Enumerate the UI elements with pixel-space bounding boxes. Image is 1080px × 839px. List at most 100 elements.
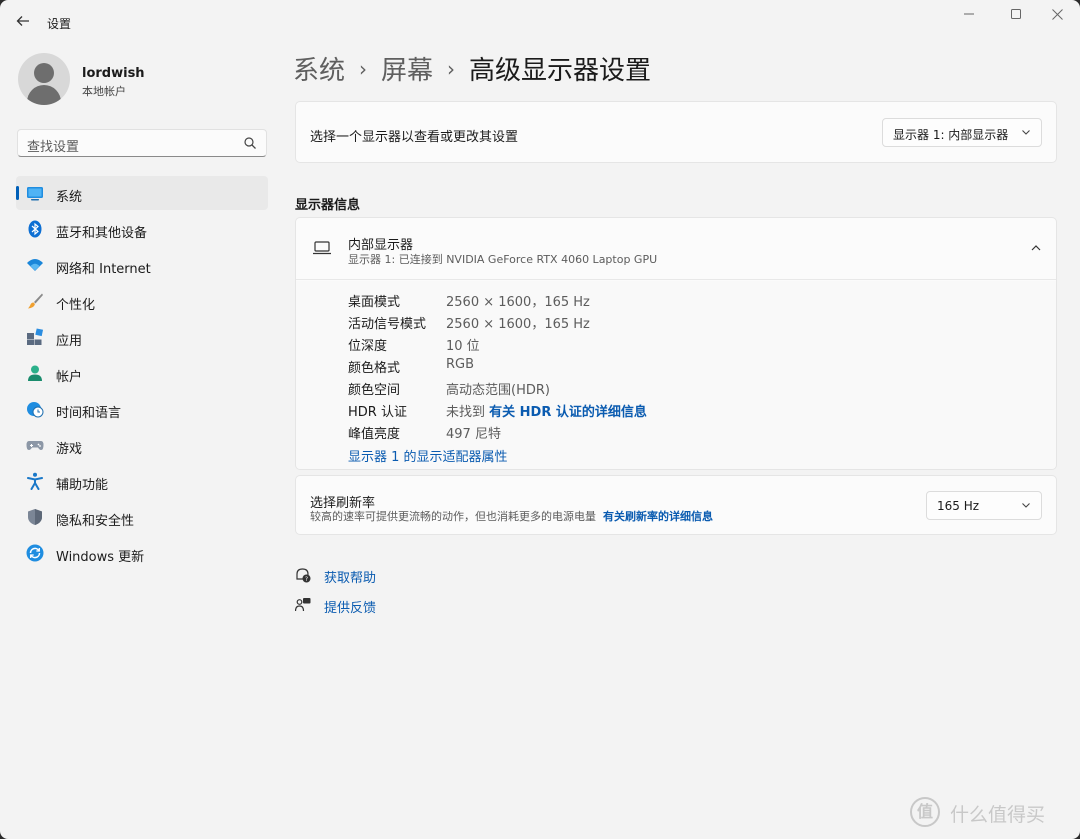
sidebar-item-gaming[interactable]: 游戏 (16, 428, 268, 462)
brush-icon (28, 293, 43, 309)
accessibility-icon (27, 472, 43, 490)
globe-clock-icon (27, 402, 44, 418)
breadcrumb-separator-icon: › (447, 57, 456, 81)
shield-icon (28, 509, 42, 525)
person-icon (28, 365, 42, 381)
refresh-rate-value: 165 Hz (937, 499, 980, 513)
svg-text:?: ? (305, 576, 308, 583)
close-button[interactable] (1034, 4, 1080, 26)
sidebar-item-apps[interactable]: 应用 (16, 320, 268, 354)
sidebar-item-label: Windows 更新 (56, 550, 145, 565)
breadcrumb-separator-icon: › (359, 57, 368, 81)
info-value: 2560 × 1600，165 Hz (446, 295, 590, 310)
feedback-icon (295, 598, 311, 612)
back-arrow-icon (16, 16, 29, 26)
search-placeholder: 查找设置 (27, 140, 80, 155)
breadcrumb-system[interactable]: 系统 (293, 56, 345, 86)
chevron-down-icon (1022, 130, 1030, 135)
user-profile[interactable]: lordwish 本地帐户 (18, 53, 268, 109)
refresh-rate-card: 选择刷新率 较高的速率可提供更流畅的动作，但也消耗更多的电源电量 有关刷新率的详… (295, 475, 1057, 535)
hdr-certification-link[interactable]: 有关 HDR 认证的详细信息 (489, 405, 647, 420)
minimize-button[interactable] (946, 4, 992, 26)
back-button[interactable] (12, 10, 34, 32)
sidebar-item-time-language[interactable]: 时间和语言 (16, 392, 268, 426)
chevron-down-icon (1022, 503, 1030, 508)
sidebar-item-accounts[interactable]: 帐户 (16, 356, 268, 390)
display-select-label: 选择一个显示器以查看或更改其设置 (310, 130, 519, 145)
info-row: 峰值亮度 497 尼特 (348, 423, 1048, 443)
info-key: HDR 认证 (348, 405, 407, 420)
sidebar-item-privacy[interactable]: 隐私和安全性 (16, 500, 268, 534)
sidebar-item-accessibility[interactable]: 辅助功能 (16, 464, 268, 498)
display-info-body: 桌面模式 2560 × 1600，165 Hz 活动信号模式 2560 × 16… (296, 281, 1056, 469)
info-key: 桌面模式 (348, 295, 401, 310)
info-key: 峰值亮度 (348, 427, 401, 442)
sidebar-item-label: 系统 (56, 190, 83, 205)
laptop-icon (313, 241, 331, 255)
watermark: 值 什么值得买 (910, 797, 1070, 829)
sidebar-item-label: 隐私和安全性 (56, 514, 135, 529)
user-name: lordwish (82, 66, 145, 81)
page-title: 高级显示器设置 (469, 56, 652, 86)
account-type: 本地帐户 (82, 85, 126, 98)
refresh-rate-dropdown[interactable]: 165 Hz (926, 491, 1042, 520)
refresh-rate-info-link[interactable]: 有关刷新率的详细信息 (603, 510, 713, 523)
gamepad-icon (26, 441, 44, 450)
section-title: 显示器信息 (295, 198, 361, 213)
sidebar-item-label: 蓝牙和其他设备 (56, 226, 148, 241)
app-title: 设置 (47, 17, 72, 31)
display-info-card: 内部显示器 显示器 1: 已连接到 NVIDIA GeForce RTX 406… (295, 217, 1057, 470)
wifi-icon (27, 259, 43, 271)
update-icon (26, 544, 44, 562)
chevron-up-icon[interactable] (1030, 242, 1042, 254)
display-connection: 显示器 1: 已连接到 NVIDIA GeForce RTX 4060 Lapt… (348, 253, 658, 266)
display-select-card: 选择一个显示器以查看或更改其设置 显示器 1: 内部显示器 (295, 101, 1057, 163)
sidebar-item-label: 帐户 (56, 370, 83, 385)
sidebar-item-windows-update[interactable]: Windows 更新 (16, 536, 268, 570)
info-row: 位深度 10 位 (348, 335, 1048, 355)
sidebar-item-bluetooth[interactable]: 蓝牙和其他设备 (16, 212, 268, 246)
info-row: 颜色空间 高动态范围(HDR) (348, 379, 1048, 399)
search-icon (244, 137, 256, 149)
display-info-header[interactable]: 内部显示器 显示器 1: 已连接到 NVIDIA GeForce RTX 406… (296, 218, 1056, 280)
give-feedback-label: 提供反馈 (324, 601, 377, 616)
sidebar-item-network[interactable]: 网络和 Internet (16, 248, 268, 282)
info-value: 10 位 (446, 339, 480, 354)
info-row: 颜色格式 RGB (348, 357, 1048, 377)
sidebar-nav: 系统 蓝牙和其他设备 网络和 Internet 个性化 应用 帐户 时间和语言 … (16, 176, 268, 572)
minimize-icon (964, 13, 974, 15)
avatar (18, 53, 70, 105)
sidebar-item-label: 应用 (56, 334, 83, 349)
watermark-logo-icon: 值 (910, 797, 940, 827)
maximize-button[interactable] (993, 4, 1039, 26)
settings-window: 设置 lordwish 本地帐户 查找设置 系统 蓝牙和其他设备 网络和 Int… (0, 0, 1080, 839)
info-value: 高动态范围(HDR) (446, 383, 550, 398)
info-key: 活动信号模式 (348, 317, 427, 332)
breadcrumb: 系统 › 屏幕 › 高级显示器设置 (293, 50, 651, 90)
get-help-link[interactable]: ? 获取帮助 (295, 566, 495, 586)
sidebar-item-label: 时间和语言 (56, 406, 122, 421)
help-chat-icon: ? (296, 568, 311, 583)
give-feedback-link[interactable]: 提供反馈 (295, 596, 495, 616)
info-value: 497 尼特 (446, 427, 501, 442)
sidebar-item-system[interactable]: 系统 (16, 176, 268, 210)
watermark-text: 什么值得买 (950, 804, 1046, 826)
refresh-rate-description-text: 较高的速率可提供更流畅的动作，但也消耗更多的电源电量 (310, 510, 596, 523)
refresh-rate-description: 较高的速率可提供更流畅的动作，但也消耗更多的电源电量 有关刷新率的详细信息 (310, 508, 713, 524)
display-adapter-properties-link[interactable]: 显示器 1 的显示适配器属性 (348, 446, 508, 465)
info-value: 未找到 有关 HDR 认证的详细信息 (446, 401, 647, 420)
bluetooth-icon (28, 220, 42, 238)
system-icon (27, 187, 43, 201)
info-row: 桌面模式 2560 × 1600，165 Hz (348, 291, 1048, 311)
sidebar-item-personalization[interactable]: 个性化 (16, 284, 268, 318)
title-bar: 设置 (0, 0, 1080, 40)
maximize-icon (1011, 9, 1021, 19)
info-key: 位深度 (348, 339, 388, 354)
info-value: 2560 × 1600，165 Hz (446, 317, 590, 332)
display-dropdown[interactable]: 显示器 1: 内部显示器 (882, 118, 1042, 147)
close-icon (1051, 9, 1063, 20)
info-key: 颜色空间 (348, 383, 401, 398)
apps-icon (27, 328, 44, 345)
breadcrumb-display[interactable]: 屏幕 (381, 56, 433, 86)
search-input[interactable]: 查找设置 (17, 129, 267, 157)
